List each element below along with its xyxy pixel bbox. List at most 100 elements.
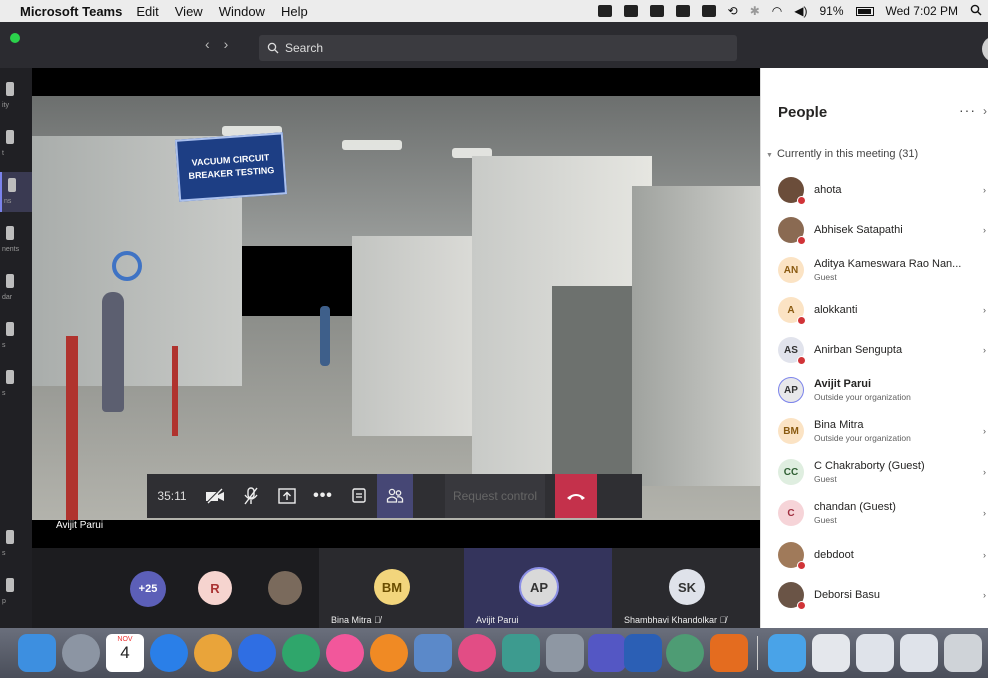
photos-icon[interactable]	[458, 634, 496, 672]
upload-tray-icon[interactable]	[649, 5, 664, 17]
participants-button[interactable]	[377, 474, 413, 518]
finder-icon[interactable]	[18, 634, 56, 672]
system-preferences-icon[interactable]	[546, 634, 584, 672]
participant-avatar[interactable]: R	[198, 571, 232, 605]
downloads-folder-icon[interactable]	[768, 634, 806, 672]
participant-name: C Chakraborty (Guest)	[814, 460, 925, 472]
battery-icon[interactable]	[855, 6, 874, 16]
back-arrow-icon[interactable]: ‹	[205, 36, 224, 52]
rail-apps[interactable]: s	[0, 524, 32, 564]
display-tray-icon[interactable]	[701, 5, 716, 17]
chat-icon	[6, 130, 14, 144]
calendar-icon	[6, 274, 14, 288]
participant-avatar: CC	[778, 459, 804, 485]
chat-button[interactable]	[341, 474, 377, 518]
participant-tile[interactable]: SK Shambhavi Khandolkar 🎙̸	[612, 548, 760, 628]
safari-icon[interactable]	[150, 634, 188, 672]
menu-window[interactable]: Window	[219, 4, 265, 19]
participant-row[interactable]: Deborsi Basu ›	[761, 576, 988, 616]
rail-assignments[interactable]: nents	[0, 220, 32, 260]
participant-row[interactable]: A alokkanti ›	[761, 291, 988, 331]
meeting-section-header[interactable]: ▼ Currently in this meeting (31)	[766, 148, 918, 160]
rail-calendar[interactable]: dar	[0, 268, 32, 308]
profile-avatar[interactable]	[982, 36, 988, 62]
word-icon[interactable]	[624, 634, 662, 672]
status-badge	[797, 356, 806, 365]
help-icon	[6, 578, 14, 592]
participant-avatar	[778, 177, 806, 205]
rail-activity[interactable]: ity	[0, 76, 32, 116]
spotlight-search-icon[interactable]	[970, 4, 982, 19]
dropbox-icon[interactable]	[238, 634, 276, 672]
itunes-icon[interactable]	[326, 634, 364, 672]
sublime-icon[interactable]	[502, 634, 540, 672]
launchpad-icon[interactable]	[62, 634, 100, 672]
participant-tile-active[interactable]: AP Avijit Parui	[464, 548, 612, 628]
participant-row[interactable]: C chandan (Guest) Guest ›	[761, 494, 988, 534]
menu-help[interactable]: Help	[281, 4, 308, 19]
request-control-button[interactable]: Request control	[445, 474, 545, 518]
participant-row[interactable]: debdoot ›	[761, 536, 988, 576]
preview-icon[interactable]	[414, 634, 452, 672]
teams-dock-icon[interactable]	[588, 634, 626, 672]
participant-row[interactable]: CC C Chakraborty (Guest) Guest ›	[761, 453, 988, 493]
participant-row[interactable]: BM Bina Mitra Outside your organization …	[761, 412, 988, 452]
camera-off-button[interactable]	[197, 474, 233, 518]
share-button[interactable]	[269, 474, 305, 518]
menu-edit[interactable]: Edit	[136, 4, 158, 19]
status-badge	[797, 236, 806, 245]
time-machine-icon[interactable]: ⟲	[728, 4, 738, 18]
panel-more-options-button[interactable]: ···	[959, 102, 976, 118]
matlab-icon[interactable]	[710, 634, 748, 672]
participant-subtitle: Outside your organization	[814, 392, 911, 402]
dock-separator	[757, 636, 758, 670]
chrome-icon[interactable]	[194, 634, 232, 672]
rail-teams[interactable]: ns	[0, 172, 32, 212]
ibooks-icon[interactable]	[370, 634, 408, 672]
participant-row[interactable]: Abhisek Satapathi ›	[761, 211, 988, 251]
search-box[interactable]: Search	[259, 35, 737, 61]
panel-close-icon[interactable]: ›	[983, 104, 987, 118]
wifi-icon[interactable]: ◠	[772, 4, 782, 18]
activity-icon	[6, 82, 14, 96]
rail-chat[interactable]: t	[0, 124, 32, 164]
forward-arrow-icon[interactable]: ›	[224, 36, 243, 52]
gear-logo-icon	[112, 251, 142, 281]
test-cabinet	[352, 236, 482, 436]
menu-clock[interactable]: Wed 7:02 PM	[886, 4, 958, 18]
window-thumbnail[interactable]	[900, 634, 938, 672]
document-thumbnail[interactable]	[812, 634, 850, 672]
collapse-caret-icon: ▼	[766, 152, 773, 159]
volume-icon[interactable]: ◀)	[794, 4, 807, 18]
participant-row[interactable]: AN Aditya Kameswara Rao Nan... Guest	[761, 251, 988, 291]
menu-view[interactable]: View	[175, 4, 203, 19]
status-badge	[797, 561, 806, 570]
cloud-tray-icon[interactable]	[623, 5, 638, 17]
more-actions-button[interactable]: •••	[305, 474, 341, 518]
bluetooth-icon[interactable]: ✱	[750, 4, 760, 18]
rail-calls[interactable]: s	[0, 316, 32, 356]
window-zoom-button[interactable]	[10, 33, 20, 43]
app-menu[interactable]: Microsoft Teams	[20, 4, 122, 19]
trash-icon[interactable]	[944, 634, 982, 672]
participant-row[interactable]: ahota ›	[761, 171, 988, 211]
hang-up-button[interactable]	[555, 474, 597, 518]
sync-app-icon[interactable]	[282, 634, 320, 672]
rail-files[interactable]: s	[0, 364, 32, 404]
teams-icon	[8, 178, 16, 192]
section-label: Currently in this meeting (31)	[776, 148, 919, 160]
overflow-participants-button[interactable]: +25	[130, 571, 166, 607]
tex-icon[interactable]	[666, 634, 704, 672]
mic-off-icon: 🎙̸	[719, 615, 727, 625]
mute-button[interactable]	[233, 474, 269, 518]
calendar-app-icon[interactable]: NOV 4	[106, 634, 144, 672]
participant-tile[interactable]: BM Bina Mitra 🎙̸	[319, 548, 464, 628]
evernote-tray-icon[interactable]	[675, 5, 690, 17]
participant-initials: AP	[519, 567, 559, 607]
participant-row[interactable]: AS Anirban Sengupta ›	[761, 331, 988, 371]
participant-row[interactable]: AP Avijit Parui Outside your organizatio…	[761, 371, 988, 411]
rail-help[interactable]: p	[0, 572, 32, 612]
participant-photo-avatar[interactable]	[268, 571, 302, 605]
window-thumbnail[interactable]	[856, 634, 894, 672]
dropbox-tray-icon[interactable]	[597, 5, 612, 17]
